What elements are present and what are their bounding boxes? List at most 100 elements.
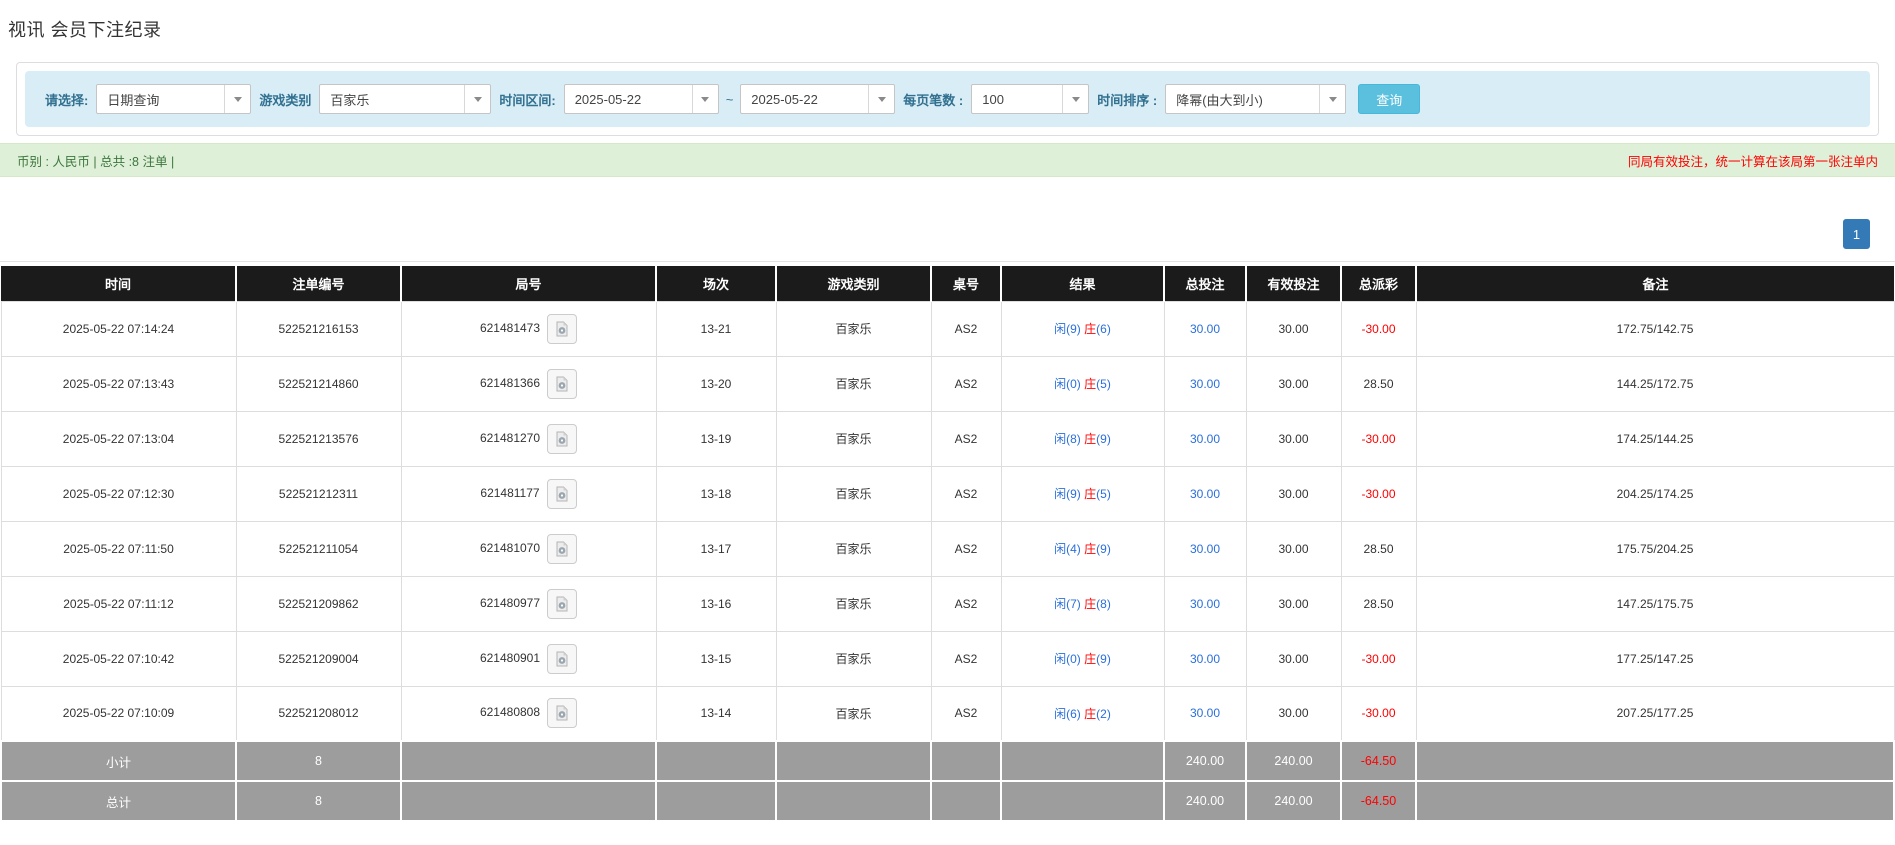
cell-time: 2025-05-22 07:10:09 — [0, 685, 237, 742]
result-banker-num: (5) — [1096, 377, 1111, 391]
video-replay-button[interactable] — [547, 368, 578, 399]
col-header-table-no: 桌号 — [931, 266, 1002, 301]
subtotal-row: 小计 8 240.00 240.00 -64.50 — [0, 740, 1895, 782]
total-bet-link[interactable]: 30.00 — [1190, 597, 1220, 611]
bet-records-table: 时间 注单编号 局号 场次 游戏类别 桌号 结果 总投注 有效投注 总派彩 备注… — [0, 266, 1895, 822]
cell-payout: 28.50 — [1340, 575, 1417, 632]
cell-bet-no: 522521208012 — [235, 685, 402, 742]
total-bet-link[interactable]: 30.00 — [1190, 652, 1220, 666]
video-icon — [556, 486, 568, 501]
pagination-page-1[interactable]: 1 — [1843, 219, 1870, 249]
total-bet-link[interactable]: 30.00 — [1190, 542, 1220, 556]
game-category-select[interactable]: 百家乐 — [319, 84, 492, 114]
result-player: 闲(0) — [1054, 377, 1081, 391]
game-category-value: 百家乐 — [330, 92, 370, 108]
cell-bet-no: 522521214860 — [235, 355, 402, 412]
cell-valid-bet: 30.00 — [1245, 630, 1342, 687]
video-replay-button[interactable] — [547, 533, 578, 564]
date-from-value: 2025-05-22 — [574, 91, 642, 107]
total-bet-link[interactable]: 30.00 — [1190, 432, 1220, 446]
subtotal-count: 8 — [235, 740, 402, 782]
video-icon — [556, 541, 568, 556]
video-icon — [556, 321, 568, 336]
total-bet-link[interactable]: 30.00 — [1190, 377, 1220, 391]
total-bet-link[interactable]: 30.00 — [1190, 487, 1220, 501]
cell-payout: 28.50 — [1340, 520, 1417, 577]
table-row: 2025-05-22 07:14:24 522521216153 6214814… — [0, 300, 1895, 357]
total-total-bet: 240.00 — [1163, 780, 1247, 822]
cell-valid-bet: 30.00 — [1245, 300, 1342, 357]
cell-total-bet: 30.00 — [1163, 300, 1247, 357]
search-button[interactable]: 查询 — [1358, 84, 1421, 114]
result-player: 闲(0) — [1054, 652, 1081, 666]
cell-remark: 144.25/172.75 — [1415, 355, 1895, 412]
video-replay-button[interactable] — [547, 588, 578, 619]
cell-remark: 204.25/174.25 — [1415, 465, 1895, 522]
cell-bet-no: 522521213576 — [235, 410, 402, 467]
round-number: 621481070 — [479, 540, 541, 555]
chevron-down-icon — [1319, 85, 1345, 113]
total-row: 总计 8 240.00 240.00 -64.50 — [0, 780, 1895, 822]
result-banker: 庄 — [1084, 432, 1097, 446]
page-title: 视讯 会员下注纪录 — [8, 20, 162, 40]
video-replay-button[interactable] — [547, 643, 578, 674]
date-to-select[interactable]: 2025-05-22 — [740, 84, 896, 114]
video-replay-button[interactable] — [547, 423, 578, 454]
cell-total-bet: 30.00 — [1163, 465, 1247, 522]
chevron-down-icon — [464, 85, 490, 113]
cell-result: 闲(9) 庄(6) — [1000, 300, 1165, 357]
cell-payout: -30.00 — [1340, 685, 1417, 742]
cell-game: 百家乐 — [775, 575, 932, 632]
total-bet-link[interactable]: 30.00 — [1190, 706, 1220, 720]
video-replay-button[interactable] — [547, 313, 578, 344]
result-banker: 庄 — [1084, 487, 1097, 501]
cell-valid-bet: 30.00 — [1245, 355, 1342, 412]
cell-total-bet: 30.00 — [1163, 630, 1247, 687]
round-number: 621480808 — [479, 705, 541, 720]
col-header-payout: 总派彩 — [1341, 266, 1417, 301]
cell-game: 百家乐 — [775, 355, 932, 412]
cell-valid-bet: 30.00 — [1245, 465, 1342, 522]
cell-table-no: AS2 — [930, 410, 1002, 467]
summary-text: 币别 : 人民币 | 总共 :8 注单 | — [17, 154, 175, 169]
query-type-select[interactable]: 日期查询 — [96, 84, 252, 114]
cell-valid-bet: 30.00 — [1245, 575, 1342, 632]
cell-result: 闲(8) 庄(9) — [1000, 410, 1165, 467]
subtotal-valid-bet: 240.00 — [1245, 740, 1342, 782]
cell-round-no: 621480977 — [400, 575, 657, 632]
cell-session: 13-19 — [655, 410, 777, 467]
date-to-value: 2025-05-22 — [751, 91, 818, 107]
col-header-result: 结果 — [1001, 266, 1165, 301]
date-from-select[interactable]: 2025-05-22 — [563, 84, 719, 114]
sort-select[interactable]: 降幂(由大到小) — [1165, 84, 1347, 114]
cell-payout: 28.50 — [1340, 355, 1417, 412]
query-type-value: 日期查询 — [107, 92, 160, 108]
table-row: 2025-05-22 07:10:42 522521209004 6214809… — [0, 630, 1895, 687]
result-banker: 庄 — [1084, 542, 1097, 556]
cell-round-no: 621481473 — [400, 300, 657, 357]
cell-game: 百家乐 — [775, 300, 932, 357]
cell-game: 百家乐 — [775, 685, 932, 742]
cell-result: 闲(9) 庄(5) — [1000, 465, 1165, 522]
table-row: 2025-05-22 07:11:12 522521209862 6214809… — [0, 575, 1895, 632]
cell-table-no: AS2 — [930, 300, 1002, 357]
cell-table-no: AS2 — [930, 630, 1002, 687]
page-size-value: 100 — [982, 91, 1004, 107]
video-icon — [556, 596, 568, 611]
total-bet-link[interactable]: 30.00 — [1190, 322, 1220, 336]
cell-time: 2025-05-22 07:10:42 — [0, 630, 237, 687]
video-icon — [556, 376, 568, 391]
total-label: 总计 — [0, 780, 237, 822]
round-number: 621481473 — [479, 320, 541, 335]
cell-time: 2025-05-22 07:11:50 — [0, 520, 237, 577]
video-replay-button[interactable] — [547, 698, 578, 729]
video-replay-button[interactable] — [546, 478, 577, 509]
game-category-label: 游戏类别 — [259, 92, 312, 108]
cell-session: 13-20 — [655, 355, 777, 412]
col-header-round-no: 局号 — [401, 266, 657, 301]
cell-round-no: 621480901 — [400, 630, 657, 687]
cell-remark: 147.25/175.75 — [1415, 575, 1895, 632]
page-size-select[interactable]: 100 — [971, 84, 1090, 114]
cell-bet-no: 522521216153 — [235, 300, 402, 357]
cell-table-no: AS2 — [930, 575, 1002, 632]
